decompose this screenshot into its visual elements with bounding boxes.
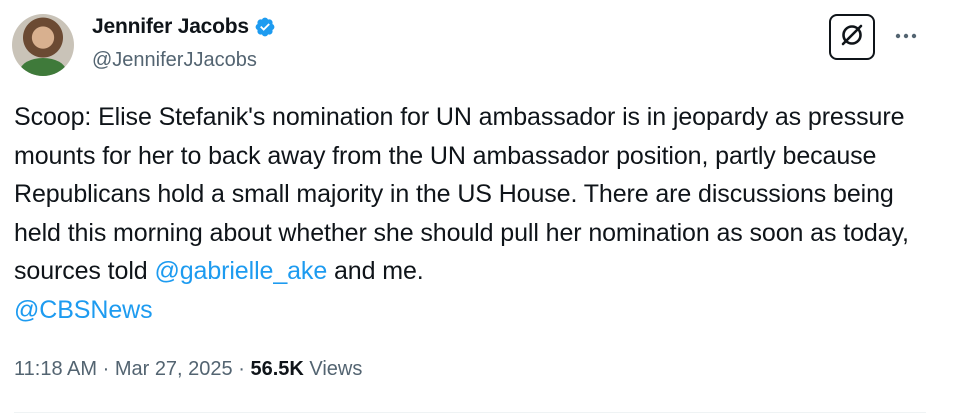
tweet-date[interactable]: Mar 27, 2025	[115, 358, 233, 380]
author-handle[interactable]: @JenniferJJacobs	[92, 48, 257, 72]
grok-icon	[839, 22, 865, 53]
author-name-row: Jennifer Jacobs	[92, 14, 276, 40]
meta-separator-2: ·	[232, 358, 251, 380]
meta-separator: ·	[97, 358, 115, 380]
avatar[interactable]	[12, 14, 74, 76]
tweet-text-part2: and me.	[327, 257, 424, 285]
verified-badge-icon[interactable]	[254, 16, 276, 38]
mention-link-cbsnews[interactable]: @CBSNews	[14, 296, 153, 324]
mention-link-gabrielle[interactable]: @gabrielle_ake	[154, 257, 327, 285]
tweet-time[interactable]: 11:18 AM	[14, 358, 97, 380]
divider	[14, 412, 926, 413]
grok-button[interactable]	[829, 14, 875, 60]
more-dots-icon	[894, 27, 918, 45]
views-label: Views	[303, 358, 363, 380]
tweet: Jennifer Jacobs @JenniferJJacobs Scoop: …	[0, 0, 974, 418]
avatar-shirt	[20, 58, 66, 76]
more-options-button[interactable]	[892, 22, 920, 50]
author-display-name[interactable]: Jennifer Jacobs	[92, 14, 249, 40]
tweet-meta: 11:18 AM · Mar 27, 2025 · 56.5K Views	[14, 355, 362, 383]
tweet-text-part1: Scoop: Elise Stefanik's nomination for U…	[14, 103, 909, 285]
tweet-text: Scoop: Elise Stefanik's nomination for U…	[14, 98, 944, 329]
views-count: 56.5K	[250, 358, 304, 380]
